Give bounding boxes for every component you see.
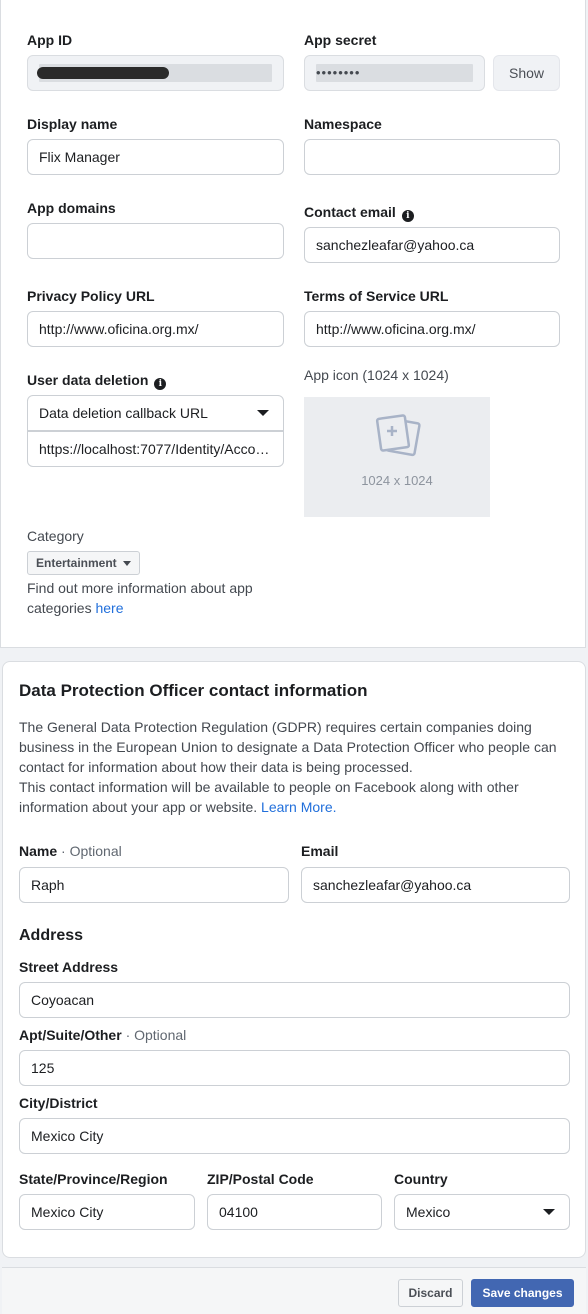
terms-of-service-input[interactable]: http://www.oficina.org.mx/ [304, 311, 560, 347]
app-id-field[interactable] [27, 55, 284, 91]
namespace-input[interactable] [304, 139, 560, 175]
app-secret-masked-value: •••••••• [316, 64, 473, 82]
app-domains-input[interactable] [27, 223, 284, 259]
apt-suite-input[interactable]: 125 [19, 1050, 570, 1086]
address-heading: Address [19, 927, 84, 944]
state-province-input[interactable]: Mexico City [19, 1194, 195, 1230]
info-icon[interactable]: i [401, 210, 414, 222]
privacy-policy-input[interactable]: http://www.oficina.org.mx/ [27, 311, 284, 347]
app-secret-field[interactable]: •••••••• [304, 55, 485, 91]
dropdown-caret-icon [543, 1209, 555, 1215]
dpo-name-input[interactable]: Raph [19, 867, 289, 903]
app-secret-label: App secret [304, 32, 377, 48]
state-province-label: State/Province/Region [19, 1171, 168, 1187]
namespace-label: Namespace [304, 116, 382, 132]
contact-email-input[interactable]: sanchezleafar@yahoo.ca [304, 227, 560, 263]
privacy-policy-label: Privacy Policy URL [27, 288, 155, 304]
basic-settings-card: App ID App secret •••••••• Show Display … [0, 0, 586, 648]
dpo-card: Data Protection Officer contact informat… [2, 661, 586, 1258]
discard-button[interactable]: Discard [398, 1279, 463, 1307]
category-help-text: Find out more information about app cate… [27, 580, 253, 616]
dpo-description: The General Data Protection Regulation (… [19, 719, 557, 815]
app-domains-label: App domains [27, 200, 116, 216]
learn-more-link[interactable]: Learn More. [261, 799, 336, 815]
info-icon[interactable]: i [154, 378, 167, 390]
street-address-input[interactable]: Coyoacan [19, 982, 570, 1018]
show-secret-button[interactable]: Show [493, 55, 560, 91]
app-id-label: App ID [27, 32, 73, 48]
country-select[interactable]: Mexico [394, 1194, 570, 1230]
add-image-icon [375, 414, 421, 457]
dpo-email-input[interactable]: sanchezleafar@yahoo.ca [301, 867, 570, 903]
app-icon-label: App icon (1024 x 1024) [304, 367, 449, 383]
app-icon-size-hint: 1024 x 1024 [361, 473, 433, 488]
zip-code-input[interactable]: 04100 [207, 1194, 382, 1230]
apt-suite-label: Apt/Suite/Other · Optional [19, 1027, 187, 1043]
category-dropdown[interactable]: Entertainment [27, 551, 140, 575]
city-district-label: City/District [19, 1095, 98, 1111]
city-district-input[interactable]: Mexico City [19, 1118, 570, 1154]
dropdown-caret-icon [122, 560, 131, 566]
deletion-method-select[interactable]: Data deletion callback URL [27, 395, 284, 431]
save-bar: Discard Save changes [2, 1267, 586, 1314]
dpo-email-label: Email [301, 843, 339, 859]
dpo-title: Data Protection Officer contact informat… [19, 681, 368, 700]
street-address-label: Street Address [19, 959, 119, 975]
categories-here-link[interactable]: here [95, 600, 123, 616]
category-label: Category [27, 528, 84, 544]
zip-code-label: ZIP/Postal Code [207, 1171, 314, 1187]
display-name-input[interactable]: Flix Manager [27, 139, 284, 175]
redaction-scribble [37, 67, 169, 79]
dropdown-caret-icon [257, 410, 269, 416]
display-name-label: Display name [27, 116, 118, 132]
app-id-redacted-value [37, 64, 272, 82]
dpo-name-label: Name · Optional [19, 843, 122, 859]
contact-email-label: Contact email i [304, 204, 414, 222]
country-label: Country [394, 1171, 448, 1187]
terms-of-service-label: Terms of Service URL [304, 288, 449, 304]
save-changes-button[interactable]: Save changes [471, 1279, 574, 1307]
user-data-deletion-label: User data deletion i [27, 372, 167, 390]
deletion-callback-url-input[interactable]: https://localhost:7077/Identity/Account/… [27, 431, 284, 467]
app-icon-upload[interactable]: 1024 x 1024 [304, 397, 490, 517]
